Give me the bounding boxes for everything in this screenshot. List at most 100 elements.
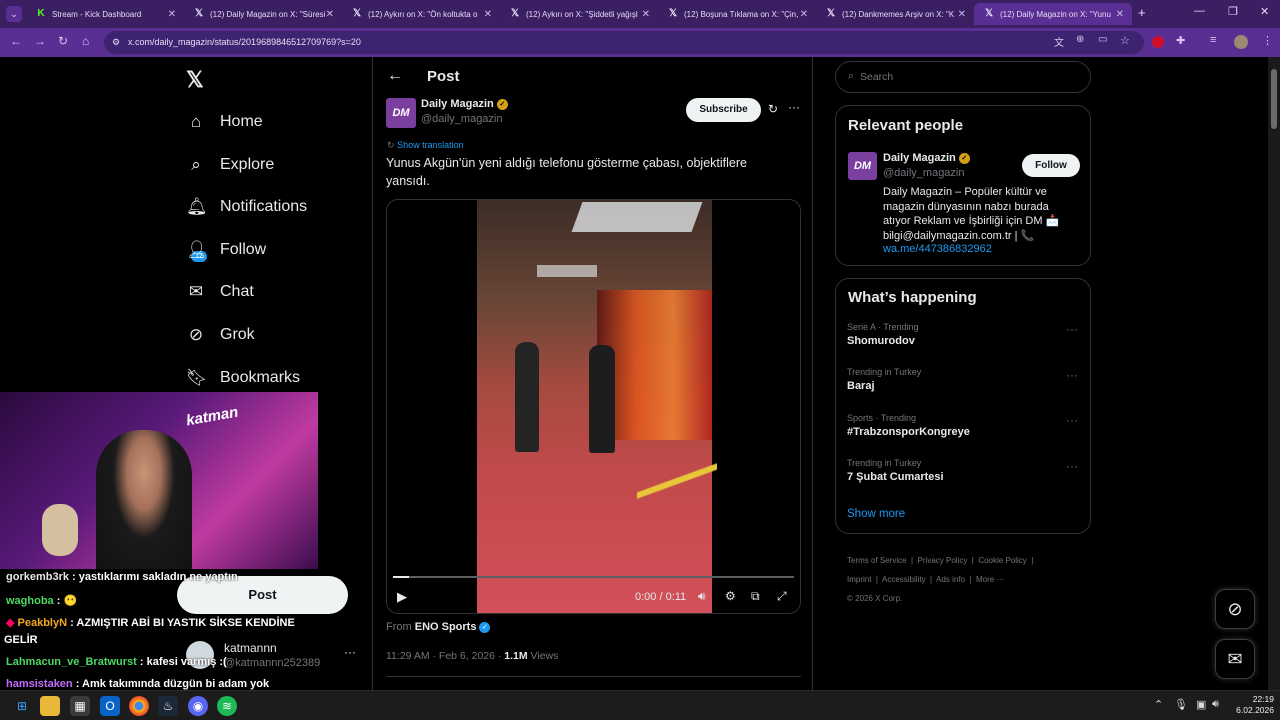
- messages-floating-button[interactable]: ✉: [1215, 639, 1255, 679]
- spotify-icon[interactable]: ≋: [217, 696, 237, 716]
- browser-tab[interactable]: 𝕏 (12) Aykırı on X: "Şiddetli yağışl ✕: [500, 3, 658, 25]
- forward-icon[interactable]: →: [34, 34, 46, 48]
- close-tab-icon[interactable]: ✕: [168, 9, 176, 20]
- person-avatar[interactable]: DM: [848, 152, 877, 180]
- address-bar[interactable]: ⚙ x.com/daily_magazin/status/20196898465…: [104, 31, 1144, 54]
- volume-icon[interactable]: 🔊︎: [698, 589, 706, 604]
- play-icon[interactable]: ▶: [397, 589, 407, 605]
- volume-icon[interactable]: 🔊︎: [1212, 698, 1219, 711]
- close-tab-icon[interactable]: ✕: [642, 9, 650, 20]
- more-options-icon[interactable]: ···: [344, 645, 356, 659]
- maximize-button[interactable]: ❐: [1228, 5, 1238, 18]
- search-input[interactable]: ⌕ Search: [835, 61, 1091, 93]
- close-window-button[interactable]: ✕: [1260, 5, 1269, 18]
- close-tab-icon[interactable]: ✕: [800, 9, 808, 20]
- tray-chevron-icon[interactable]: ⌃: [1154, 698, 1163, 711]
- file-explorer-icon[interactable]: [40, 696, 60, 716]
- back-icon[interactable]: ←: [10, 34, 22, 48]
- windows-start-icon[interactable]: ⊞: [12, 696, 32, 716]
- settings-gear-icon[interactable]: ⚙: [725, 589, 736, 603]
- trend-item[interactable]: Sports · Trending #TrabzonsporKongreye: [847, 413, 970, 438]
- scrollbar-thumb[interactable]: [1271, 69, 1277, 129]
- picture-in-picture-icon[interactable]: ⧉: [751, 589, 760, 604]
- browser-tab[interactable]: 𝕏 (12) Daily Magazin on X: "Süresi ✕: [184, 3, 342, 25]
- nav-chat[interactable]: ✉ Chat: [186, 274, 254, 310]
- close-tab-icon[interactable]: ✕: [958, 9, 966, 20]
- close-tab-icon[interactable]: ✕: [484, 9, 492, 20]
- more-options-icon[interactable]: ···: [788, 100, 800, 114]
- more-options-icon[interactable]: ···: [1066, 368, 1078, 382]
- back-arrow-icon[interactable]: ←: [387, 67, 403, 85]
- author-name-row[interactable]: Daily Magazin ✓: [421, 98, 508, 110]
- fullscreen-icon[interactable]: ⤢: [777, 589, 787, 604]
- browser-tab-active[interactable]: 𝕏 (12) Daily Magazin on X: "Yunu ✕: [974, 3, 1132, 25]
- page-scrollbar[interactable]: [1268, 57, 1280, 690]
- reading-list-icon[interactable]: ≡: [1210, 34, 1216, 46]
- network-icon[interactable]: ▣: [1196, 698, 1206, 711]
- video-player[interactable]: ▶ 0:00 / 0:11 🔊︎ ⚙ ⧉ ⤢: [386, 199, 801, 614]
- x-logo-icon[interactable]: 𝕏: [186, 67, 204, 93]
- extensions-icon[interactable]: ✚: [1176, 34, 1185, 47]
- extension-red-icon[interactable]: [1152, 36, 1164, 48]
- zoom-icon[interactable]: ⊕: [1076, 34, 1084, 45]
- author-handle[interactable]: @daily_magazin: [421, 113, 503, 125]
- grok-floating-button[interactable]: ⊘: [1215, 589, 1255, 629]
- minimize-button[interactable]: —: [1194, 5, 1205, 17]
- person-figure: [589, 345, 615, 453]
- new-tab-button[interactable]: +: [1138, 5, 1146, 20]
- close-tab-icon[interactable]: ✕: [1116, 9, 1124, 20]
- trend-item[interactable]: Trending in Turkey Baraj: [847, 367, 921, 392]
- trend-item[interactable]: Trending in Turkey 7 Şubat Cumartesi: [847, 458, 944, 483]
- outlook-icon[interactable]: O: [100, 696, 120, 716]
- browser-tab[interactable]: K Stream - Kick Dashboard ✕: [26, 3, 184, 25]
- footer-more-link[interactable]: More ···: [976, 575, 1004, 584]
- person-name-row[interactable]: Daily Magazin ✓: [883, 152, 970, 164]
- show-translation-link[interactable]: ↻ Show translation: [387, 140, 464, 151]
- tab-search-button[interactable]: ⌄: [6, 6, 22, 22]
- profile-avatar-icon[interactable]: [1234, 35, 1248, 49]
- site-info-icon[interactable]: ⚙: [112, 31, 120, 54]
- from-source-link[interactable]: ENO Sports: [415, 621, 477, 633]
- discord-icon[interactable]: ◉: [188, 696, 208, 716]
- video-progress-track[interactable]: [393, 576, 794, 578]
- more-options-icon[interactable]: ···: [1066, 322, 1078, 336]
- subscribe-button[interactable]: Subscribe: [686, 98, 761, 122]
- footer-link[interactable]: Imprint: [847, 575, 871, 584]
- calculator-icon[interactable]: ▦: [70, 696, 90, 716]
- footer-link[interactable]: Accessibility: [882, 575, 926, 584]
- nav-follow[interactable]: 👤︎ Follow: [186, 232, 266, 268]
- browser-tab[interactable]: 𝕏 (12) Dankmemes Arşiv on X: "K ✕: [816, 3, 974, 25]
- browser-menu-icon[interactable]: ⋮: [1262, 34, 1273, 47]
- person-bio-link[interactable]: wa.me/447386832962: [883, 243, 992, 255]
- more-options-icon[interactable]: ···: [1066, 459, 1078, 473]
- nav-bookmarks[interactable]: 🔖︎ Bookmarks: [186, 360, 300, 396]
- close-tab-icon[interactable]: ✕: [326, 9, 334, 20]
- nav-grok[interactable]: ⊘ Grok: [186, 317, 255, 353]
- chrome-icon[interactable]: [129, 696, 149, 716]
- trend-item[interactable]: Serie A · Trending Shomurodov: [847, 322, 919, 347]
- author-avatar[interactable]: DM: [386, 98, 416, 128]
- grok-explain-icon[interactable]: ↻: [768, 102, 778, 116]
- footer-link[interactable]: Terms of Service: [847, 556, 907, 565]
- bookmark-star-icon[interactable]: ☆: [1120, 34, 1130, 47]
- clock[interactable]: 22:19 6.02.2026: [1232, 694, 1274, 716]
- footer-link[interactable]: Privacy Policy: [918, 556, 968, 565]
- footer-link[interactable]: Cookie Policy: [978, 556, 1026, 565]
- browser-tab[interactable]: 𝕏 (12) Boşuna Tıklama on X: "Çin, ✕: [658, 3, 816, 25]
- microphone-icon[interactable]: 🎙︎: [1174, 698, 1188, 711]
- translate-icon[interactable]: 文: [1054, 34, 1064, 49]
- browser-tab[interactable]: 𝕏 (12) Aykırı on X: "Ön koltukta o ✕: [342, 3, 500, 25]
- cast-icon[interactable]: ▭: [1098, 34, 1107, 45]
- verified-badge-icon: ✓: [479, 621, 491, 633]
- more-options-icon[interactable]: ···: [1066, 413, 1078, 427]
- footer-link[interactable]: Ads info: [936, 575, 965, 584]
- chat-message: waghoba : 😶: [6, 595, 78, 607]
- nav-notifications[interactable]: 🔔︎ Notifications: [186, 189, 307, 225]
- reload-icon[interactable]: ↻: [58, 34, 68, 48]
- steam-icon[interactable]: ♨: [158, 696, 178, 716]
- nav-home[interactable]: ⌂ Home: [186, 104, 263, 140]
- show-more-link[interactable]: Show more: [847, 508, 905, 520]
- nav-explore[interactable]: ⌕ Explore: [186, 147, 274, 183]
- home-icon[interactable]: ⌂: [82, 34, 89, 48]
- follow-button[interactable]: Follow: [1022, 154, 1080, 177]
